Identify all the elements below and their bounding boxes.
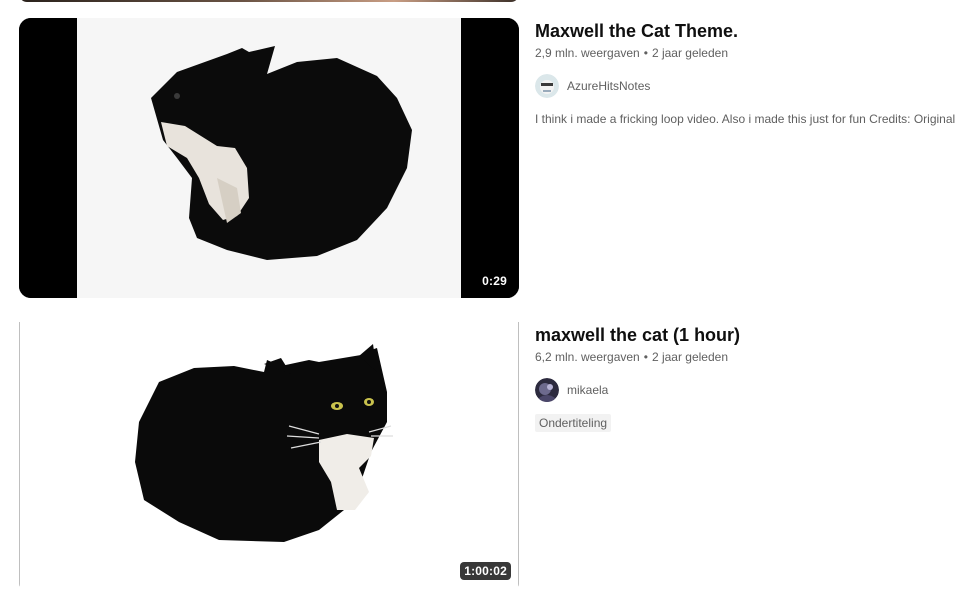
channel-link[interactable]: mikaela (535, 378, 965, 402)
thumbnail-edge (518, 322, 519, 588)
avatar-icon (535, 74, 559, 98)
mikaela-avatar[interactable] (535, 378, 559, 402)
letterbox-left (19, 18, 77, 298)
video-title[interactable]: maxwell the cat (1 hour) (535, 322, 965, 348)
cat-image-icon (151, 46, 412, 260)
view-count: 6,2 mln. weergaven (535, 350, 640, 364)
channel-name[interactable]: mikaela (567, 383, 608, 397)
video-thumbnail[interactable]: 1:00:02 (19, 322, 519, 588)
search-results-list: 0:29 Maxwell the Cat Theme. 2,9 mln. wee… (0, 0, 965, 596)
cat-image-icon (135, 344, 393, 542)
video-thumbnail[interactable]: 0:29 (19, 18, 519, 298)
avatar-icon (535, 378, 559, 402)
video-stats: 6,2 mln. weergaven • 2 jaar geleden (535, 348, 965, 366)
duration-badge: 1:00:02 (460, 562, 511, 580)
video-title[interactable]: Maxwell the Cat Theme. (535, 18, 965, 44)
channel-link[interactable]: AzureHitsNotes (535, 74, 965, 98)
upload-age: 2 jaar geleden (651, 350, 728, 364)
view-count: 2,9 mln. weergaven (535, 46, 640, 60)
video-meta: maxwell the cat (1 hour) 6,2 mln. weerga… (535, 322, 965, 432)
subtitles-badge: Ondertiteling (535, 414, 612, 432)
video-result: 0:29 Maxwell the Cat Theme. 2,9 mln. wee… (0, 18, 965, 298)
duration-badge: 0:29 (478, 272, 511, 290)
video-stats: 2,9 mln. weergaven • 2 jaar geleden (535, 44, 965, 62)
channel-name[interactable]: AzureHitsNotes (567, 79, 650, 93)
video-description: I think i made a fricking loop video. Al… (535, 112, 956, 126)
video-meta: Maxwell the Cat Theme. 2,9 mln. weergave… (535, 18, 965, 128)
thumbnail-edge (19, 322, 20, 588)
letterbox-right (461, 18, 519, 298)
separator-dot: • (643, 46, 648, 60)
azurehitsnotes-avatar[interactable] (535, 74, 559, 98)
previous-video-thumbnail[interactable] (19, 0, 519, 2)
video-result: 1:00:02 maxwell the cat (1 hour) 6,2 mln… (0, 322, 965, 588)
thumbnail-image (19, 322, 519, 588)
separator-dot: • (643, 350, 648, 364)
thumbnail-image (77, 18, 461, 298)
upload-age: 2 jaar geleden (651, 46, 728, 60)
